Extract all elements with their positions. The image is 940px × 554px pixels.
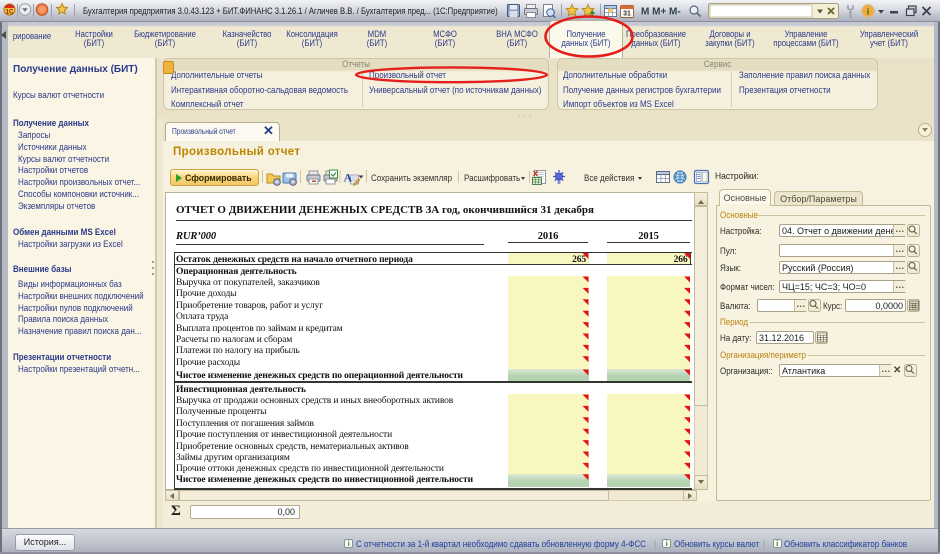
- svg-text:M M+ M-: M M+ M-: [641, 7, 681, 18]
- svg-text:31: 31: [623, 11, 631, 18]
- svg-text:A: A: [344, 171, 353, 185]
- svg-text:1С: 1С: [6, 10, 14, 16]
